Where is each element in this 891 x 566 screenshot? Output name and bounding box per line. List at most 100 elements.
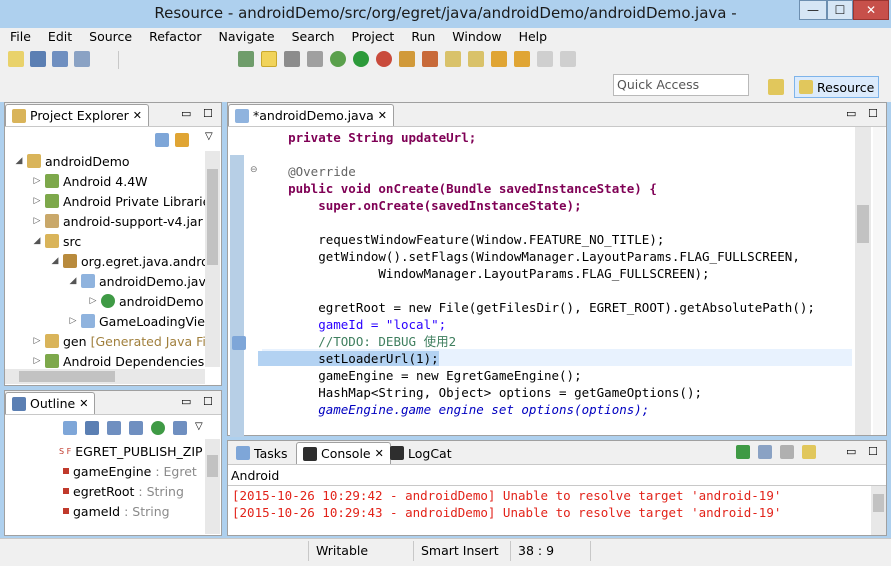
close-button[interactable]: ✕ (853, 0, 889, 20)
next-annotation-icon[interactable] (445, 51, 461, 67)
external-tools-icon[interactable] (376, 51, 392, 67)
pin-console-icon[interactable] (736, 445, 750, 459)
menu-refactor[interactable]: Refactor (139, 28, 208, 46)
outline-item[interactable]: egretRoot : String (63, 481, 184, 501)
save-all-icon[interactable] (52, 51, 68, 67)
minimize-view-icon[interactable]: ▭ (181, 395, 191, 408)
tree-item[interactable]: ▷ Android Private Librarie (33, 191, 211, 211)
menu-search[interactable]: Search (282, 28, 342, 46)
console-vertical-scrollbar[interactable] (871, 486, 886, 535)
menu-run[interactable]: Run (401, 28, 442, 46)
collapse-all-icon[interactable] (63, 421, 77, 435)
tab-console[interactable]: Console ✕ (296, 442, 391, 464)
menu-help[interactable]: Help (509, 28, 555, 46)
sdk-manager-icon[interactable] (238, 51, 254, 67)
open-perspective-icon[interactable] (768, 79, 784, 95)
minimize-view-icon[interactable]: ▭ (181, 107, 191, 120)
tree-item[interactable]: ▷ gen [Generated Java Fi (33, 331, 206, 351)
tree-item[interactable]: ▷ Android Dependencies (33, 351, 205, 371)
last-edit-location-icon[interactable] (491, 51, 507, 67)
close-tab-icon[interactable]: ✕ (133, 109, 142, 122)
fold-icon[interactable]: ⊖ (250, 165, 258, 175)
explorer-vertical-scrollbar[interactable] (205, 151, 220, 367)
menu-window[interactable]: Window (442, 28, 508, 46)
mark-occurrences-icon[interactable] (261, 51, 277, 67)
private-field-icon (63, 488, 69, 494)
tree-item[interactable]: ◢ androidDemo (15, 151, 130, 171)
outline-vertical-scrollbar[interactable] (205, 439, 220, 534)
collapsed-arrow-icon: ▷ (89, 296, 97, 306)
menu-project[interactable]: Project (342, 28, 402, 46)
save-icon[interactable] (30, 51, 46, 67)
java-file-icon (81, 314, 95, 328)
maximize-view-icon[interactable]: ☐ (203, 395, 213, 408)
run-icon[interactable] (353, 51, 369, 67)
task-marker-icon[interactable] (232, 336, 246, 350)
previous-annotation-icon[interactable] (468, 51, 484, 67)
tab-outline[interactable]: Outline ✕ (5, 392, 96, 414)
display-console-icon[interactable] (758, 445, 772, 459)
close-tab-icon[interactable]: ✕ (79, 397, 88, 410)
forward-icon[interactable] (537, 51, 553, 67)
outline-item[interactable]: gameId : String (63, 501, 170, 521)
outline-item[interactable]: S F EGRET_PUBLISH_ZIP (59, 441, 203, 461)
menu-file[interactable]: File (0, 28, 38, 46)
clear-console-icon[interactable] (780, 445, 794, 459)
open-type-icon[interactable] (399, 51, 415, 67)
collapse-all-icon[interactable] (155, 133, 169, 147)
resource-perspective-button[interactable]: Resource (794, 76, 879, 98)
back-icon[interactable] (514, 51, 530, 67)
tree-item[interactable]: ◢ org.egret.java.andro (51, 251, 209, 271)
menu-edit[interactable]: Edit (38, 28, 79, 46)
hide-local-types-icon[interactable] (173, 421, 187, 435)
tree-item[interactable]: ◢ src (33, 231, 82, 251)
close-tab-icon[interactable]: ✕ (378, 109, 387, 122)
search-icon[interactable] (422, 51, 438, 67)
logcat-icon (390, 446, 404, 460)
tab-tasks[interactable]: Tasks (230, 442, 294, 464)
sort-icon[interactable] (85, 421, 99, 435)
tree-item[interactable]: ▷ GameLoadingVie (69, 311, 205, 331)
outline-item[interactable]: gameEngine : Egret (63, 461, 197, 481)
maximize-button[interactable]: ☐ (827, 0, 853, 20)
folder-icon (799, 80, 813, 94)
hide-static-icon[interactable] (129, 421, 143, 435)
menu-navigate[interactable]: Navigate (209, 28, 282, 46)
maximize-view-icon[interactable]: ☐ (868, 445, 878, 458)
hide-fields-icon[interactable] (107, 421, 121, 435)
open-console-icon[interactable] (802, 445, 816, 459)
code-line: //TODO: DEBUG 使用2 (258, 334, 457, 349)
maximize-view-icon[interactable]: ☐ (868, 107, 878, 120)
tab-project-explorer[interactable]: Project Explorer ✕ (5, 104, 150, 126)
minimize-button[interactable]: — (799, 0, 827, 20)
view-menu-icon[interactable]: ▽ (195, 421, 203, 435)
tab-editor-file[interactable]: *androidDemo.java ✕ (228, 104, 394, 126)
tree-item[interactable]: ▷ android-support-v4.jar (33, 211, 203, 231)
close-tab-icon[interactable]: ✕ (375, 447, 384, 460)
console-panel: Tasks Console ✕ LogCat ▭ ☐ Android [2015… (227, 440, 887, 536)
link-with-editor-icon[interactable] (175, 133, 189, 147)
minimize-view-icon[interactable]: ▭ (846, 107, 856, 120)
code-line: getWindow().setFlags(WindowManager.Layou… (258, 249, 800, 264)
print-icon[interactable] (74, 51, 90, 67)
tab-logcat[interactable]: LogCat (384, 442, 458, 464)
hide-non-public-icon[interactable] (151, 421, 165, 435)
minimize-view-icon[interactable]: ▭ (846, 445, 856, 458)
view-menu-icon[interactable]: ▽ (205, 131, 213, 142)
collapsed-arrow-icon: ▷ (69, 316, 77, 326)
explorer-horizontal-scrollbar[interactable] (5, 369, 205, 384)
pin-editor-icon[interactable] (560, 51, 576, 67)
maximize-view-icon[interactable]: ☐ (203, 107, 213, 120)
title-bar: Resource - androidDemo/src/org/egret/jav… (0, 0, 891, 28)
menu-source[interactable]: Source (79, 28, 139, 46)
block-selection-icon[interactable] (284, 51, 300, 67)
show-whitespace-icon[interactable] (307, 51, 323, 67)
quick-access-input[interactable]: Quick Access (613, 74, 749, 96)
new-icon[interactable] (8, 51, 24, 67)
tree-item[interactable]: ▷ Android 4.4W (33, 171, 148, 191)
editor-vertical-scrollbar[interactable] (855, 127, 871, 435)
debug-icon[interactable] (330, 51, 346, 67)
tree-item[interactable]: ▷ androidDemo (89, 291, 204, 311)
project-explorer-icon (12, 108, 26, 123)
tree-item[interactable]: ◢ androidDemo.jav (69, 271, 206, 291)
